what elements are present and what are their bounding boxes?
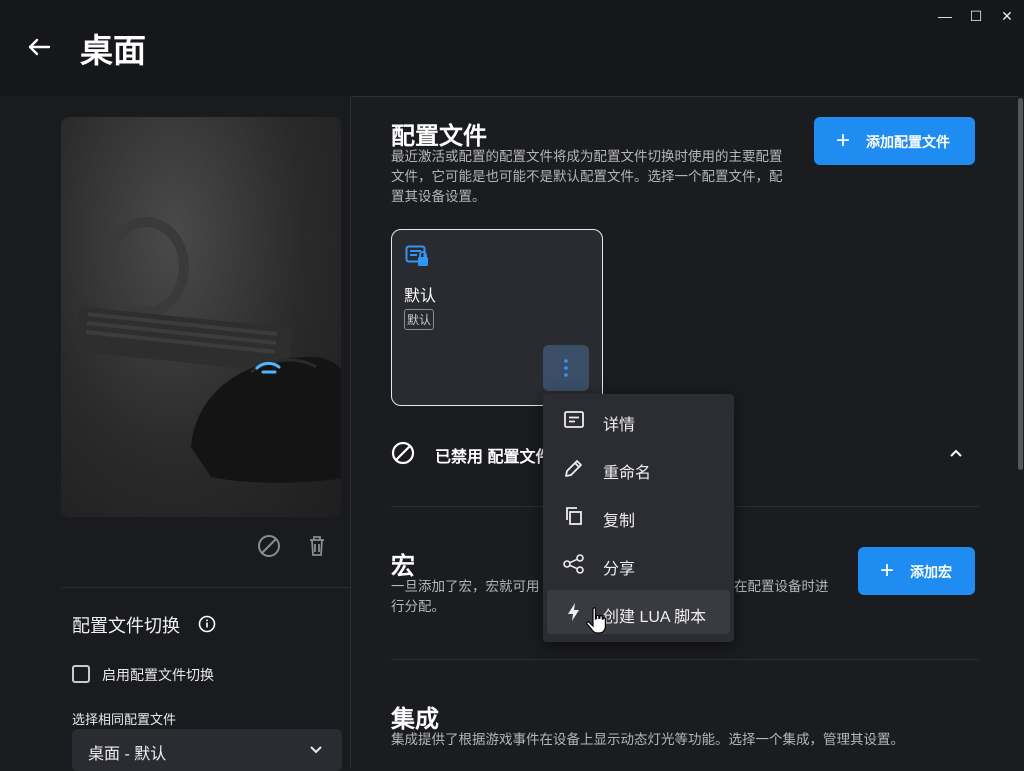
menu-item-label: 详情	[603, 417, 636, 434]
menu-item-label: 创建 LUA 脚本	[603, 609, 707, 626]
arrow-left-icon	[28, 38, 51, 56]
enable-profile-switch-checkbox[interactable]	[72, 665, 90, 683]
more-vertical-icon	[564, 359, 568, 377]
scrollbar-thumb[interactable]	[1018, 98, 1023, 470]
page-title: 桌面	[80, 32, 146, 69]
back-button[interactable]	[24, 32, 54, 62]
add-macro-label: 添加宏	[910, 564, 952, 580]
same-profile-label: 选择相同配置文件	[72, 712, 177, 727]
menu-item-label: 重命名	[603, 465, 652, 482]
macros-description-part1: 一旦添加了宏，宏就可用	[391, 579, 540, 594]
select-value: 桌面 - 默认	[88, 746, 167, 763]
chevron-up-icon[interactable]	[949, 446, 963, 460]
add-macro-button[interactable]: + 添加宏	[858, 547, 975, 595]
divider	[391, 659, 979, 660]
trash-icon	[310, 536, 324, 556]
default-badge: 默认	[404, 309, 435, 330]
profile-context-menu: 详情 重命名 复制 分享 创建 LUA 脚本	[543, 394, 734, 642]
menu-item-create-lua-script[interactable]: 创建 LUA 脚本	[547, 590, 730, 634]
same-profile-select[interactable]: 桌面 - 默认	[72, 729, 342, 771]
enable-profile-switch-label: 启用配置文件切换	[102, 667, 214, 683]
integrations-description: 集成提供了根据游戏事件在设备上显示动态灯光等功能。选择一个集成，管理其设置。	[391, 732, 904, 747]
disabled-profiles-label: 已禁用 配置文件	[435, 449, 552, 466]
copy-icon	[566, 507, 582, 525]
hand-cursor-icon	[586, 607, 606, 634]
profile-switch-title: 配置文件切换	[72, 616, 180, 636]
device-pane: 配置文件切换 启用配置文件切换 选择相同配置文件 桌面 - 默认	[0, 96, 351, 771]
macros-title: 宏	[391, 553, 415, 580]
details-icon	[564, 411, 584, 428]
profile-name: 默认	[404, 288, 437, 305]
menu-item-details[interactable]: 详情	[547, 398, 730, 442]
block-icon	[258, 535, 280, 557]
macros-description-part2: 在配置设备时进	[734, 579, 829, 594]
add-profile-label: 添加配置文件	[866, 134, 950, 150]
macros-description-line2: 行分配。	[391, 599, 445, 614]
plus-icon: +	[836, 127, 851, 154]
menu-item-copy[interactable]: 复制	[547, 494, 730, 538]
info-icon[interactable]	[198, 615, 216, 633]
profile-card[interactable]: 默认 默认	[391, 229, 603, 406]
profile-lock-icon	[405, 245, 428, 266]
profiles-title: 配置文件	[391, 123, 487, 150]
lightning-icon	[568, 603, 579, 621]
chevron-down-icon	[310, 746, 322, 754]
delete-profile-button[interactable]	[303, 532, 331, 560]
close-button[interactable]: ✕	[996, 6, 1018, 26]
menu-item-share[interactable]: 分享	[547, 542, 730, 586]
integrations-title: 集成	[391, 706, 439, 733]
profile-more-button[interactable]	[543, 345, 589, 391]
plus-icon: +	[880, 557, 895, 584]
menu-item-label: 分享	[603, 561, 636, 578]
divider	[61, 587, 351, 588]
title-bar: 桌面 — ☐ ✕	[0, 0, 1024, 97]
menu-item-rename[interactable]: 重命名	[547, 446, 730, 490]
share-icon	[563, 554, 584, 574]
profiles-description: 最近激活或配置的配置文件将成为配置文件切换时使用的主要配置文件，它可能是也可能不…	[391, 149, 783, 204]
disable-profile-button[interactable]	[255, 532, 283, 560]
menu-item-label: 复制	[603, 513, 636, 530]
pencil-icon	[565, 460, 582, 477]
block-icon	[391, 441, 415, 465]
device-image	[61, 117, 341, 517]
maximize-button[interactable]: ☐	[965, 6, 987, 26]
minimize-button[interactable]: —	[934, 6, 956, 26]
add-profile-button[interactable]: + 添加配置文件	[814, 117, 975, 165]
